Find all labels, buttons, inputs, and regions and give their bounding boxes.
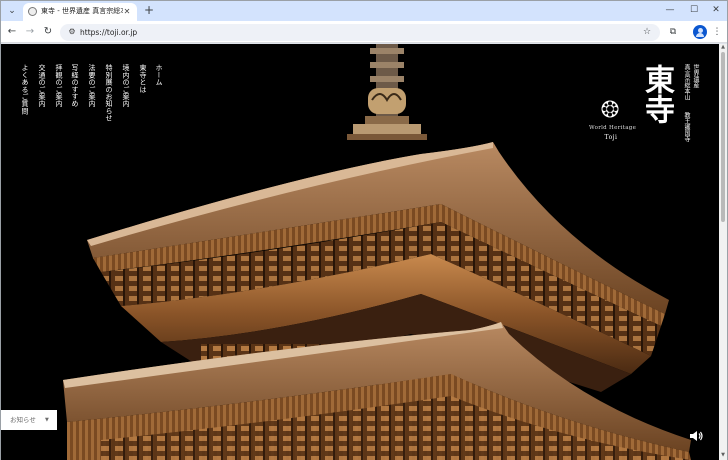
extensions-icon[interactable]: ⧉ [665, 24, 681, 40]
address-bar[interactable]: ⚙ https://toji.or.jp [60, 24, 660, 41]
logo-subtitle-sect: 真言宗総本山 [683, 64, 690, 100]
scroll-up-arrow-icon[interactable]: ▲ [719, 44, 727, 51]
nav-item-home[interactable]: ホーム [153, 64, 163, 86]
profile-avatar-icon[interactable] [693, 25, 707, 39]
nav-item-services[interactable]: 法要のご案内 [86, 64, 96, 107]
speaker-icon[interactable] [689, 430, 703, 442]
tab-toji[interactable]: 東寺 - 世界遺産 真言宗総本山 教王護国寺 ✕ [23, 3, 137, 21]
new-tab-button[interactable]: + [142, 3, 156, 18]
vertical-scrollbar[interactable]: ▲ ▼ [719, 44, 727, 460]
close-icon[interactable]: ✕ [122, 6, 132, 17]
temple-crest-icon [601, 100, 619, 118]
news-dropdown[interactable]: お知らせ ▼ [1, 410, 57, 430]
globe-icon [28, 7, 37, 16]
tab-title: 東寺 - 世界遺産 真言宗総本山 教王護国寺 [41, 7, 123, 15]
news-dropdown-label: お知らせ [10, 416, 36, 424]
nav-item-about[interactable]: 東寺とは [137, 64, 147, 93]
scroll-down-arrow-icon[interactable]: ▼ [719, 452, 727, 459]
scrollbar-thumb[interactable] [721, 52, 725, 222]
browser-window: ⌄ 東寺 - 世界遺産 真言宗総本山 教王護国寺 ✕ + — ☐ ✕ ← → ↻… [0, 0, 728, 460]
nav-item-grounds-guide[interactable]: 境内のご案内 [120, 64, 130, 107]
logo-world-heritage-text: World Heritage [589, 125, 637, 131]
tab-search-chevron-icon[interactable]: ⌄ [5, 4, 19, 18]
nav-item-access[interactable]: 交通のご案内 [36, 64, 46, 107]
minimize-icon[interactable]: — [661, 3, 679, 18]
window-close-icon[interactable]: ✕ [707, 3, 725, 18]
tab-strip: ⌄ 東寺 - 世界遺産 真言宗総本山 教王護国寺 ✕ + — ☐ ✕ [1, 1, 727, 21]
maximize-icon[interactable]: ☐ [685, 3, 703, 18]
logo-subtitle-world-heritage: 世界遺産 [692, 64, 699, 88]
reload-icon[interactable]: ↻ [40, 24, 56, 40]
nav-item-sutra-copying[interactable]: 写経のすすめ [69, 64, 79, 107]
nav-item-special-exhibition[interactable]: 特別展のお知らせ [103, 64, 113, 122]
forward-arrow-icon[interactable]: → [22, 24, 38, 40]
toji-logo[interactable]: World Heritage Toji 東寺 世界遺産 真言宗総本山 教王護国寺 [589, 64, 709, 164]
chevron-down-icon: ▼ [45, 417, 49, 423]
url-text[interactable]: https://toji.or.jp [80, 26, 137, 39]
logo-calligraphy: 東寺 [639, 64, 674, 124]
page-viewport: ホーム 東寺とは 境内のご案内 特別展のお知らせ 法要のご案内 写経のすすめ 拝… [1, 44, 719, 460]
back-arrow-icon[interactable]: ← [4, 24, 20, 40]
logo-name-text: Toji [604, 134, 618, 141]
bookmark-star-icon[interactable]: ☆ [639, 24, 655, 40]
logo-subtitle-temple: 教王護国寺 [683, 112, 690, 142]
site-info-icon[interactable]: ⚙ [66, 26, 78, 38]
more-menu-icon[interactable]: ⋮ [709, 24, 725, 40]
nav-item-faq[interactable]: よくあるご質問 [19, 64, 29, 114]
toolbar: ← → ↻ ⚙ https://toji.or.jp ☆ ⧉ ⋮ [1, 21, 727, 43]
nav-item-visit-guide[interactable]: 拝観のご案内 [53, 64, 63, 107]
